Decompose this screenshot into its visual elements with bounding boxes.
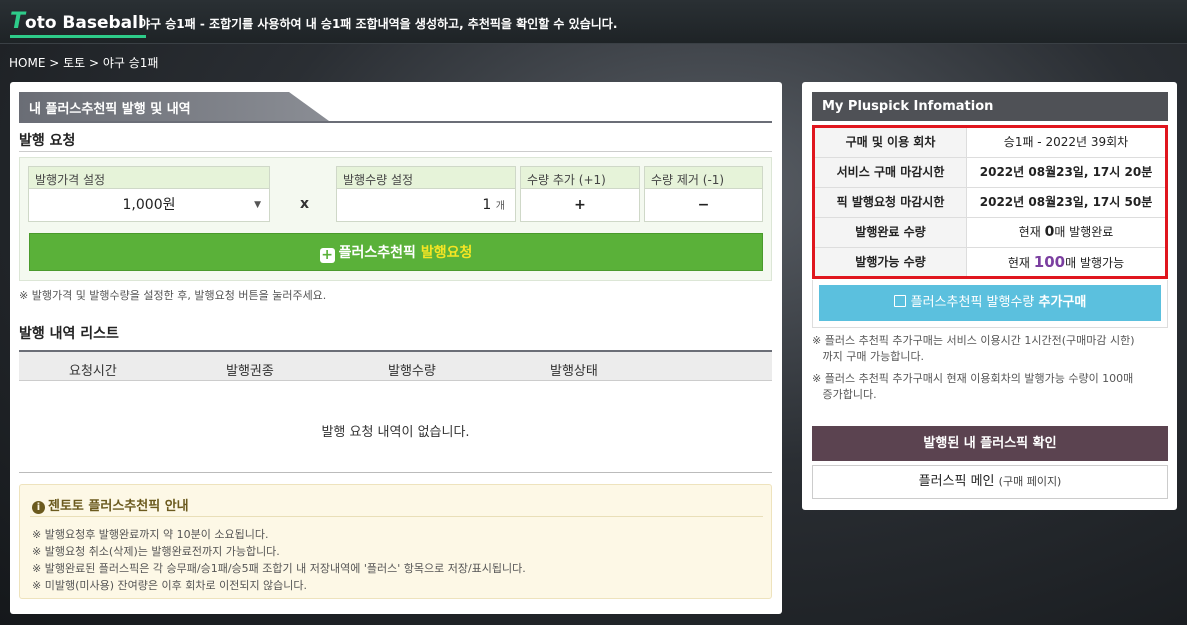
chevron-down-icon: ▼: [254, 200, 261, 210]
divider: [19, 472, 772, 473]
history-table-header: 요청시간 발행권종 발행수량 발행상태: [19, 350, 772, 381]
pluspick-main-label: 플러스픽 메인: [918, 474, 995, 489]
buy-more-button[interactable]: 플러스추천픽 발행수량 추가구매: [819, 285, 1161, 321]
info-row-value: 현재 0매 발행완료: [967, 218, 1165, 247]
issued-count: 0: [1044, 224, 1055, 240]
request-section-title: 발행 요청: [19, 133, 76, 149]
price-value: 1,000원: [122, 197, 176, 213]
buy-more-label: 플러스추천픽 발행수량: [910, 295, 1039, 310]
info-row-key: 발행가능 수량: [815, 248, 967, 276]
info-row: 구매 및 이용 회차 승1패 - 2022년 39회차: [815, 128, 1165, 158]
quantity-field[interactable]: 발행수량 설정 1 개: [336, 166, 516, 222]
multiply-sign: x: [300, 196, 310, 212]
remove-quantity-label: 수량 제거 (-1): [645, 167, 762, 189]
info-row-key: 발행완료 수량: [815, 218, 967, 247]
minus-icon: −: [697, 197, 710, 213]
breadcrumb: HOME > 토토 > 야구 승1패: [9, 56, 159, 70]
pluspick-info-panel: My Pluspick Infomation 구매 및 이용 회차 승1패 - …: [802, 82, 1177, 510]
calendar-plus-icon: [893, 295, 906, 307]
request-button-label: 플러스추천픽: [338, 245, 421, 261]
price-label: 발행가격 설정: [29, 167, 269, 189]
text: 현재: [1018, 225, 1045, 239]
buy-button-wrap: 플러스추천픽 발행수량 추가구매: [812, 280, 1168, 328]
text: 현재: [1007, 256, 1034, 270]
empty-history-message: 발행 요청 내역이 없습니다.: [321, 425, 470, 440]
top-bar: Toto Baseball 야구 승1패 - 조합기를 사용하여 내 승1패 조…: [0, 0, 1187, 44]
info-icon: i: [32, 501, 45, 514]
available-count: 100: [1033, 253, 1066, 271]
info-row-value: 2022년 08월23일, 17시 20분: [979, 165, 1153, 179]
logo-t: T: [10, 9, 26, 34]
col-request-time: 요청시간: [69, 364, 117, 379]
info-row: 서비스 구매 마감시한 2022년 08월23일, 17시 20분: [815, 158, 1165, 188]
guide-title: i 젠토토 플러스추천픽 안내: [32, 495, 189, 514]
buy-note: ※ 플러스 추천픽 추가구매시 현재 이용회차의 발행가능 수량이 100매 증…: [812, 372, 1134, 401]
buy-note: ※ 플러스 추천픽 추가구매는 서비스 이용시간 1시간전(구매마감 시한) 까…: [812, 334, 1135, 363]
guide-box: i 젠토토 플러스추천픽 안내 ※ 발행요청후 발행완료까지 약 10분이 소요됩…: [19, 484, 772, 599]
info-row: 발행완료 수량 현재 0매 발행완료: [815, 218, 1165, 248]
info-row-key: 픽 발행요청 마감시한: [815, 188, 967, 217]
info-panel-title: My Pluspick Infomation: [812, 92, 1168, 121]
quantity-unit: 개: [495, 201, 505, 212]
panel-title: 내 플러스추천픽 발행 및 내역: [19, 92, 329, 121]
plus-square-icon: +: [319, 247, 335, 263]
price-select[interactable]: 발행가격 설정 1,000원 ▼: [28, 166, 270, 222]
buy-more-label-bold: 추가구매: [1038, 295, 1087, 310]
request-issue-button[interactable]: + 플러스추천픽 발행요청: [29, 233, 763, 271]
info-row: 픽 발행요청 마감시한 2022년 08월23일, 17시 50분: [815, 188, 1165, 218]
divider: [19, 151, 772, 152]
plus-icon: +: [574, 197, 586, 213]
info-row-value: 현재 100매 발행가능: [967, 248, 1165, 276]
logo-text: oto Baseball: [25, 13, 144, 33]
info-row: 발행가능 수량 현재 100매 발행가능: [815, 248, 1165, 276]
text: 매 발행가능: [1065, 256, 1125, 270]
quantity-label: 발행수량 설정: [337, 167, 515, 189]
info-row-value: 2022년 08월23일, 17시 50분: [979, 195, 1153, 209]
divider: [19, 121, 772, 123]
col-quantity: 발행수량: [388, 364, 436, 379]
remove-quantity-button[interactable]: 수량 제거 (-1) −: [644, 166, 763, 222]
issued-pluspick-button[interactable]: 발행된 내 플러스픽 확인: [812, 426, 1168, 461]
text: 매 발행완료: [1054, 225, 1114, 239]
history-section-title: 발행 내역 리스트: [19, 326, 119, 342]
info-row-key: 서비스 구매 마감시한: [815, 158, 967, 187]
info-row-key: 구매 및 이용 회차: [815, 128, 967, 157]
guide-item: ※ 발행요청 취소(삭제)는 발행완료전까지 가능합니다.: [32, 545, 280, 558]
guide-title-text: 젠토토 플러스추천픽 안내: [48, 499, 189, 514]
quantity-value: 1: [482, 197, 492, 213]
info-row-value: 승1패 - 2022년 39회차: [1003, 135, 1129, 149]
guide-item: ※ 미발행(미사용) 잔여량은 이후 회차로 이전되지 않습니다.: [32, 579, 308, 592]
request-note: ※ 발행가격 및 발행수량을 설정한 후, 발행요청 버튼을 눌러주세요.: [19, 289, 327, 302]
page-description: 야구 승1패 - 조합기를 사용하여 내 승1패 조합내역을 생성하고, 추천픽…: [139, 17, 618, 31]
guide-item: ※ 발행완료된 플러스픽은 각 승무패/승1패/승5패 조합기 내 저장내역에 …: [32, 562, 526, 575]
info-table: 구매 및 이용 회차 승1패 - 2022년 39회차 서비스 구매 마감시한 …: [812, 125, 1168, 279]
pluspick-request-panel: 내 플러스추천픽 발행 및 내역 발행 요청 발행가격 설정 1,000원 ▼ …: [10, 82, 782, 614]
divider: [30, 516, 763, 517]
logo[interactable]: Toto Baseball: [10, 6, 146, 38]
add-quantity-button[interactable]: 수량 추가 (+1) +: [520, 166, 640, 222]
pluspick-main-button[interactable]: 플러스픽 메인 (구매 페이지): [812, 465, 1168, 499]
col-ticket-type: 발행권종: [226, 364, 274, 379]
guide-item: ※ 발행요청후 발행완료까지 약 10분이 소요됩니다.: [32, 528, 269, 541]
col-status: 발행상태: [550, 364, 598, 379]
pluspick-main-sub: (구매 페이지): [998, 475, 1062, 488]
add-quantity-label: 수량 추가 (+1): [521, 167, 639, 189]
request-button-highlight: 발행요청: [420, 245, 473, 261]
